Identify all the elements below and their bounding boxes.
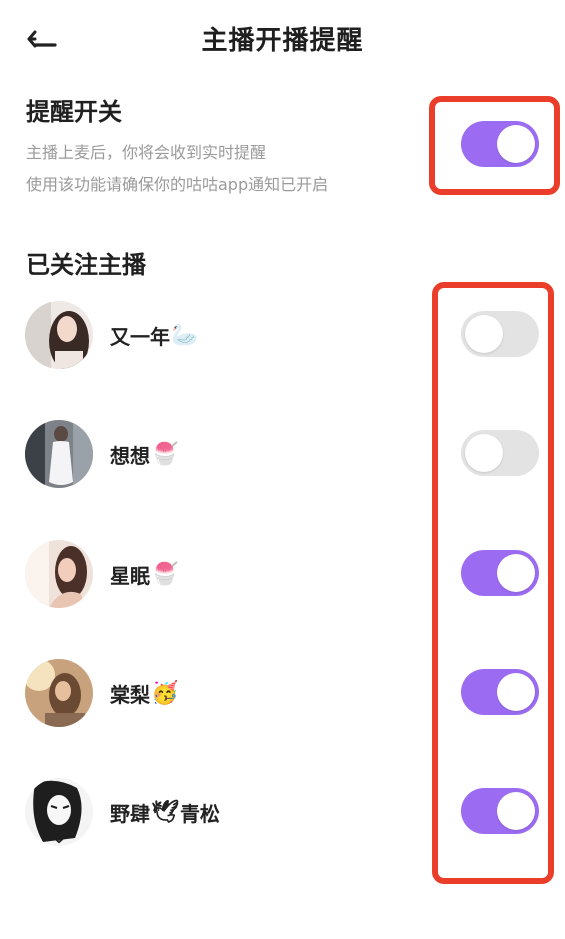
avatar [25, 301, 93, 369]
streamer-name: 又一年 [110, 324, 170, 349]
shaved-ice-emoji-icon: 🍧 [151, 561, 179, 587]
streamer-name-suffix: 青松 [179, 801, 220, 826]
toggle-knob [497, 125, 535, 163]
reminder-description-line-2: 使用该功能请确保你的咕咕app通知已开启 [26, 175, 329, 194]
avatar [25, 659, 93, 727]
streamer-toggle-5[interactable] [461, 788, 539, 834]
toggle-knob [465, 315, 503, 353]
streamer-toggle-2[interactable] [461, 430, 539, 476]
dove-emoji-icon: 🕊 [151, 799, 179, 825]
streamer-toggle-3[interactable] [461, 550, 539, 596]
avatar [25, 540, 93, 608]
followed-section-title: 已关注主播 [26, 251, 146, 279]
streamer-toggle-1[interactable] [461, 311, 539, 357]
reminder-master-toggle[interactable] [461, 121, 539, 167]
streamer-toggle-4[interactable] [461, 669, 539, 715]
toggle-knob [465, 434, 503, 472]
partying-face-emoji-icon: 🥳 [151, 680, 179, 706]
avatar [25, 420, 93, 488]
avatar [25, 778, 93, 846]
streamer-name: 棠梨 [110, 682, 150, 707]
reminder-description-line-1: 主播上麦后，你将会收到实时提醒 [26, 143, 267, 162]
toggle-knob [497, 554, 535, 592]
reminder-section-title: 提醒开关 [26, 98, 122, 126]
streamer-name: 星眠 [110, 563, 150, 588]
swan-emoji-icon: 🦢 [171, 322, 199, 348]
page-title: 主播开播提醒 [201, 26, 364, 56]
toggle-knob [497, 673, 535, 711]
streamer-name: 想想 [110, 443, 150, 468]
toggle-knob [497, 792, 535, 830]
streamer-name: 野肆 [110, 801, 150, 826]
shaved-ice-emoji-icon: 🍧 [151, 441, 179, 467]
